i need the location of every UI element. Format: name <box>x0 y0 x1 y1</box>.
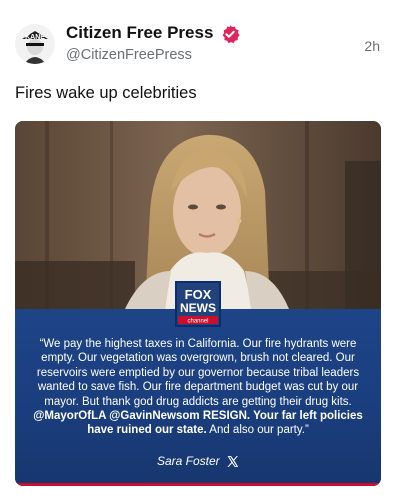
author-handle[interactable]: @CitizenFreePress <box>66 47 192 63</box>
verified-badge-icon <box>222 25 240 44</box>
post-media-image[interactable]: FOX NEWS channel “We pay the highest tax… <box>15 121 381 486</box>
avatar[interactable]: KANE <box>15 24 55 64</box>
x-logo-icon <box>227 456 239 467</box>
quote-part-2: And also our party.” <box>206 424 309 437</box>
logo-channel-text: channel <box>187 319 208 325</box>
quote-bold-mentions: @MayorOfLA @GavinNewsom RESIGN. Your far… <box>33 410 363 437</box>
post-text: Fires wake up celebrities <box>15 84 197 102</box>
post-timestamp: 2h <box>364 38 380 54</box>
logo-fox-text: FOX <box>185 287 212 302</box>
avatar-label: KANE <box>25 34 45 41</box>
quote-attribution: Sara Foster <box>15 454 381 468</box>
media-bottom-bar <box>15 483 381 486</box>
quote-part-1: “We pay the highest taxes in California.… <box>36 338 360 408</box>
logo-news-text: NEWS <box>180 301 216 315</box>
post-card[interactable]: KANE Citizen Free Press @CitizenFreePres… <box>0 0 397 500</box>
attribution-name: Sara Foster <box>156 454 220 468</box>
author-name[interactable]: Citizen Free Press <box>66 23 213 43</box>
quote-text: “We pay the highest taxes in California.… <box>33 337 363 438</box>
fox-news-logo: FOX NEWS channel <box>175 281 221 327</box>
